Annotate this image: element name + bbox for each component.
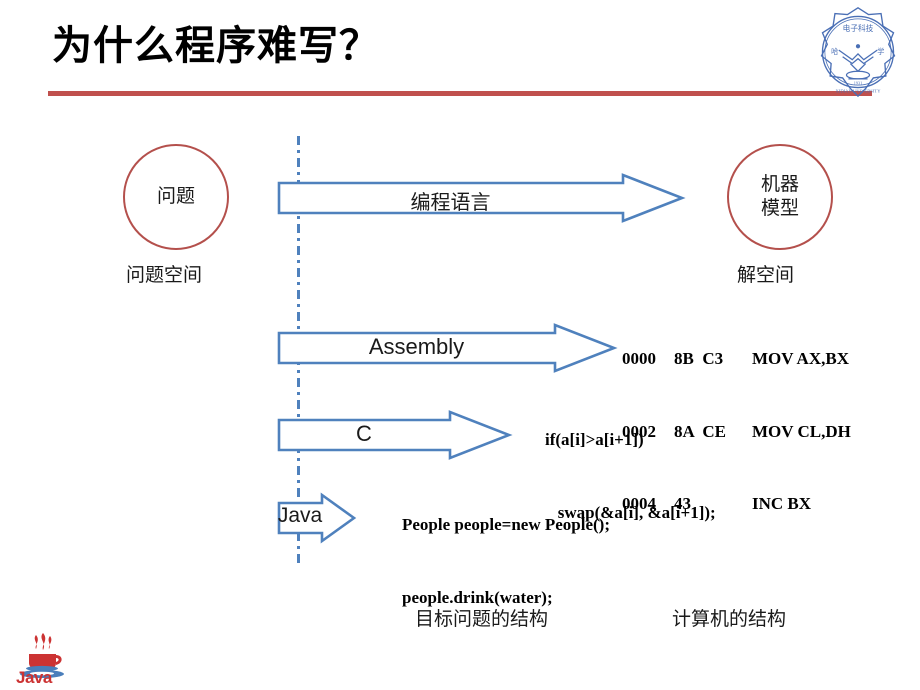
problem-space-node: 问题: [123, 144, 229, 250]
assembly-bytes: 8B C3: [674, 349, 724, 369]
c-code-line: if(a[i]>a[i+1]): [545, 430, 644, 450]
machine-node-line2: 模型: [760, 198, 799, 219]
logo-latin-text: XIDIAN UNIVERSITY: [835, 88, 881, 93]
java-code-line: People people=new People();: [402, 515, 610, 535]
arrow-label-java-language: Java: [277, 504, 323, 527]
problem-node-label: 问题: [156, 186, 195, 208]
svg-text:电子科技: 电子科技: [843, 23, 874, 33]
machine-node-line1: 机器: [760, 174, 799, 196]
xidian-university-logo-icon: 电子科技 哈 学 1931 XIDIAN UNIVERSITY: [810, 4, 906, 100]
bottom-caption-computer-structure: 计算机的结构: [672, 609, 787, 630]
solution-space-caption: 解空间: [737, 265, 795, 286]
logo-year: 1931: [854, 81, 863, 86]
problem-space-caption: 问题空间: [126, 265, 203, 286]
title-divider-rule: [48, 91, 872, 96]
bottom-caption-problem-structure: 目标问题的结构: [415, 609, 549, 630]
assembly-mnemonic: MOV AX,BX: [752, 349, 849, 369]
page-title: 为什么程序难写？: [52, 24, 380, 68]
svg-text:哈: 哈: [831, 47, 838, 56]
svg-text:学: 学: [877, 47, 884, 56]
machine-node-label: 机器 模型: [761, 173, 799, 221]
assembly-mnemonic: MOV CL,DH: [752, 421, 851, 441]
arrow-label-assembly: Assembly: [368, 334, 465, 359]
machine-model-node: 机器 模型: [727, 144, 833, 250]
assembly-address: 0000: [622, 349, 656, 369]
arrow-label-programming-language: 编程语言: [410, 192, 491, 214]
assembly-mnemonic: INC BX: [752, 494, 812, 513]
slide-canvas: 为什么程序难写？ 电子科技 哈 学 1931 XIDIAN UNIVERSITY…: [0, 0, 920, 690]
assembly-code-row: 0000 8B C3 MOV AX,BX: [622, 347, 851, 371]
arrow-label-c-language: C: [356, 421, 372, 446]
java-logo-wordmark: Java: [16, 668, 52, 687]
